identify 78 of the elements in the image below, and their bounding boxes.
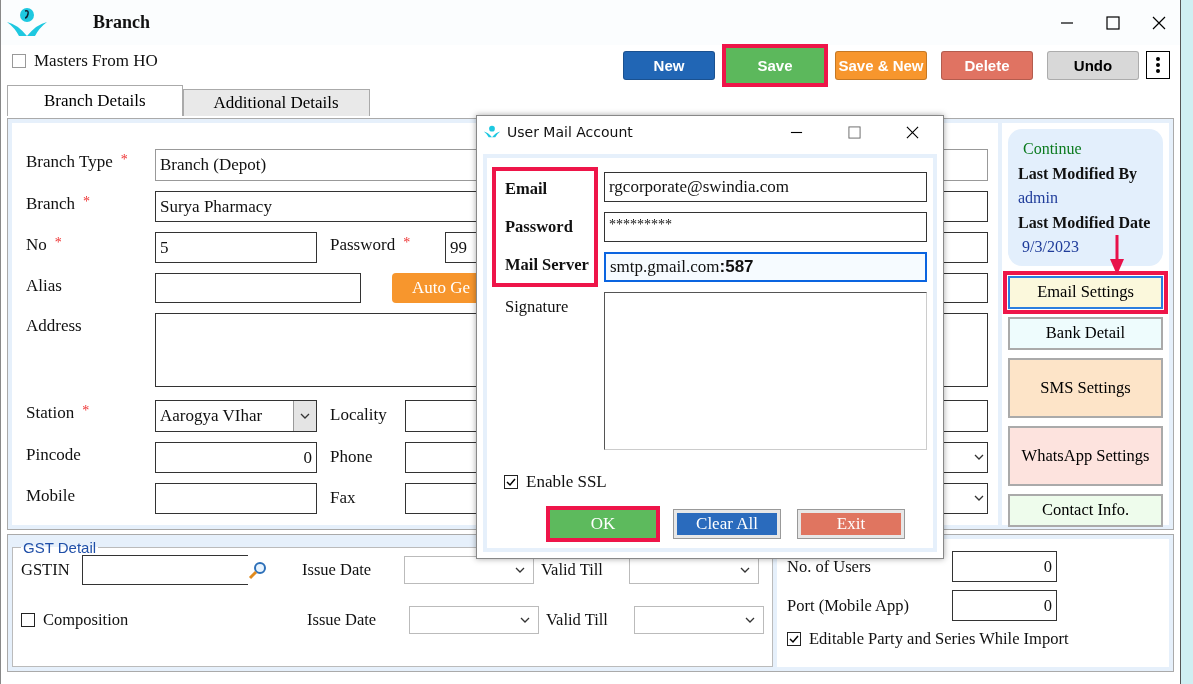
info-label: Last Modified By bbox=[1018, 163, 1138, 185]
chevron-down-icon[interactable] bbox=[520, 617, 530, 623]
field-label: Password bbox=[330, 235, 396, 255]
checkbox[interactable] bbox=[787, 632, 801, 646]
input-field[interactable]: 0 bbox=[952, 590, 1057, 621]
field-label: Address bbox=[26, 316, 82, 336]
info-value: admin bbox=[1018, 188, 1058, 208]
side-button[interactable]: WhatsApp Settings bbox=[1008, 425, 1163, 486]
dialog-button[interactable]: Clear All bbox=[674, 510, 780, 538]
input-field[interactable]: smtp.gmail.com:587 bbox=[604, 252, 927, 282]
password-field[interactable]: ********* bbox=[604, 212, 927, 242]
close-icon[interactable] bbox=[906, 125, 919, 139]
field-label: Pincode bbox=[26, 445, 81, 465]
toolbar-button[interactable]: New bbox=[623, 50, 715, 80]
field-label: Port (Mobile App) bbox=[787, 595, 910, 616]
checkbox[interactable] bbox=[12, 54, 26, 68]
field-label: No. of Users bbox=[787, 556, 872, 577]
chevron-down-icon[interactable] bbox=[515, 567, 525, 573]
chevron-down-icon[interactable] bbox=[974, 495, 984, 501]
search-icon[interactable] bbox=[248, 560, 268, 580]
field-label: Email bbox=[492, 167, 598, 207]
field-label: GSTIN bbox=[21, 560, 67, 580]
side-button[interactable]: Contact Info. bbox=[1008, 493, 1163, 527]
close-icon[interactable] bbox=[1152, 15, 1166, 30]
required-asterisk: * bbox=[82, 403, 90, 419]
maximize-icon[interactable] bbox=[1106, 15, 1120, 30]
input-field[interactable]: 0 bbox=[155, 442, 317, 473]
group-title: GST Detail bbox=[22, 539, 98, 556]
required-asterisk: * bbox=[83, 194, 91, 210]
input-field[interactable]: 0 bbox=[952, 551, 1057, 582]
field-label: Locality bbox=[330, 405, 387, 425]
checkbox-label: Composition bbox=[43, 610, 129, 630]
info-label: Last Modified Date bbox=[1018, 212, 1151, 233]
checkbox-label: Editable Party and Series While Import bbox=[809, 629, 1069, 649]
signature-field[interactable] bbox=[604, 292, 927, 450]
field-label: Password bbox=[492, 207, 598, 247]
side-button[interactable]: SMS Settings bbox=[1008, 357, 1163, 418]
info-value: 9/3/2023 bbox=[1021, 237, 1079, 257]
status-text: Continue bbox=[1022, 139, 1082, 159]
dialog-title: User Mail Account bbox=[507, 124, 633, 140]
window-title: Branch bbox=[93, 12, 150, 33]
checkbox[interactable] bbox=[504, 475, 518, 489]
required-asterisk: * bbox=[54, 235, 62, 251]
field-label: Branch Type bbox=[26, 152, 113, 172]
tab[interactable]: Additional Details bbox=[182, 89, 370, 116]
input-field[interactable] bbox=[155, 483, 317, 514]
field-label: Fax bbox=[330, 488, 356, 508]
field-label: Issue Date bbox=[307, 610, 378, 630]
checkbox-label: Enable SSL bbox=[526, 472, 607, 492]
tab[interactable]: Branch Details bbox=[7, 85, 183, 116]
chevron-down-icon[interactable] bbox=[974, 454, 984, 460]
field-label: Valid Till bbox=[546, 610, 609, 630]
toolbar-button[interactable]: Undo bbox=[1047, 50, 1139, 80]
required-asterisk: * bbox=[120, 152, 128, 168]
input-field[interactable] bbox=[82, 555, 248, 585]
checkbox-label: Masters From HO bbox=[34, 51, 158, 71]
field-label: Issue Date bbox=[302, 560, 373, 580]
more-options-icon[interactable] bbox=[1146, 51, 1170, 79]
field-label: Phone bbox=[330, 447, 373, 467]
required-asterisk: * bbox=[403, 235, 411, 251]
input-field[interactable] bbox=[155, 273, 361, 303]
chevron-down-icon[interactable] bbox=[745, 617, 755, 623]
input-field[interactable]: 5 bbox=[155, 232, 317, 263]
field-label: Valid Till bbox=[541, 560, 604, 580]
field-label: Alias bbox=[26, 276, 62, 296]
input-field[interactable]: rgcorporate@swindia.com bbox=[604, 172, 927, 202]
field-label: No bbox=[26, 235, 47, 255]
arrow-icon bbox=[1110, 235, 1124, 275]
field-label: Station bbox=[26, 403, 75, 423]
chevron-down-icon[interactable] bbox=[300, 413, 310, 419]
chevron-down-icon[interactable] bbox=[740, 567, 750, 573]
station-dropdown[interactable]: Aarogya VIhar bbox=[155, 400, 317, 432]
field-label: Mail Server bbox=[492, 247, 598, 287]
logo-icon bbox=[483, 124, 501, 140]
checkbox[interactable] bbox=[21, 613, 35, 627]
field-label: Mobile bbox=[26, 486, 76, 506]
side-button[interactable]: Bank Detail bbox=[1008, 316, 1163, 350]
field-label: Branch bbox=[26, 194, 76, 214]
